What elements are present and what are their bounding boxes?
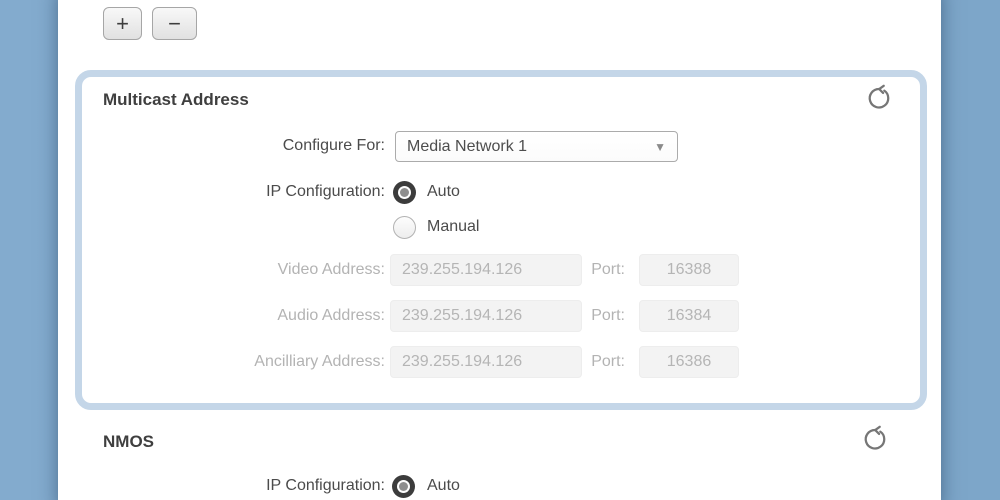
ancillary-port-label: Port: (591, 353, 625, 370)
undo-icon (865, 84, 893, 115)
configure-for-dropdown[interactable]: Media Network 1 ▼ (395, 131, 678, 162)
radio-auto[interactable] (393, 181, 416, 204)
audio-address-label: Audio Address: (277, 307, 385, 324)
audio-port-label: Port: (591, 307, 625, 324)
add-button[interactable]: + (103, 7, 142, 40)
nmos-ip-configuration-label: IP Configuration: (266, 477, 385, 494)
remove-button[interactable]: − (152, 7, 197, 40)
undo-icon (861, 425, 889, 456)
nmos-title: NMOS (103, 432, 154, 451)
video-port-label: Port: (591, 261, 625, 278)
configure-for-label: Configure For: (282, 137, 385, 154)
nmos-reset-button[interactable] (861, 425, 889, 453)
ip-configuration-label: IP Configuration: (266, 183, 385, 200)
radio-manual-label[interactable]: Manual (427, 216, 479, 238)
ancillary-address-label: Ancilliary Address: (254, 353, 385, 370)
ancillary-port-input[interactable] (639, 346, 739, 378)
nmos-radio-auto-label[interactable]: Auto (427, 475, 460, 497)
radio-manual[interactable] (393, 216, 416, 239)
video-port-input[interactable] (639, 254, 739, 286)
setup-page: + − Multicast Address Configure For: Med… (0, 0, 1000, 500)
chevron-down-icon: ▼ (654, 140, 666, 154)
dropdown-value: Media Network 1 (407, 138, 528, 155)
video-address-label: Video Address: (277, 261, 385, 278)
panel-title: Multicast Address (103, 90, 249, 109)
multicast-reset-button[interactable] (865, 84, 893, 112)
radio-auto-label[interactable]: Auto (427, 181, 460, 203)
nmos-radio-auto[interactable] (392, 475, 415, 498)
audio-port-input[interactable] (639, 300, 739, 332)
